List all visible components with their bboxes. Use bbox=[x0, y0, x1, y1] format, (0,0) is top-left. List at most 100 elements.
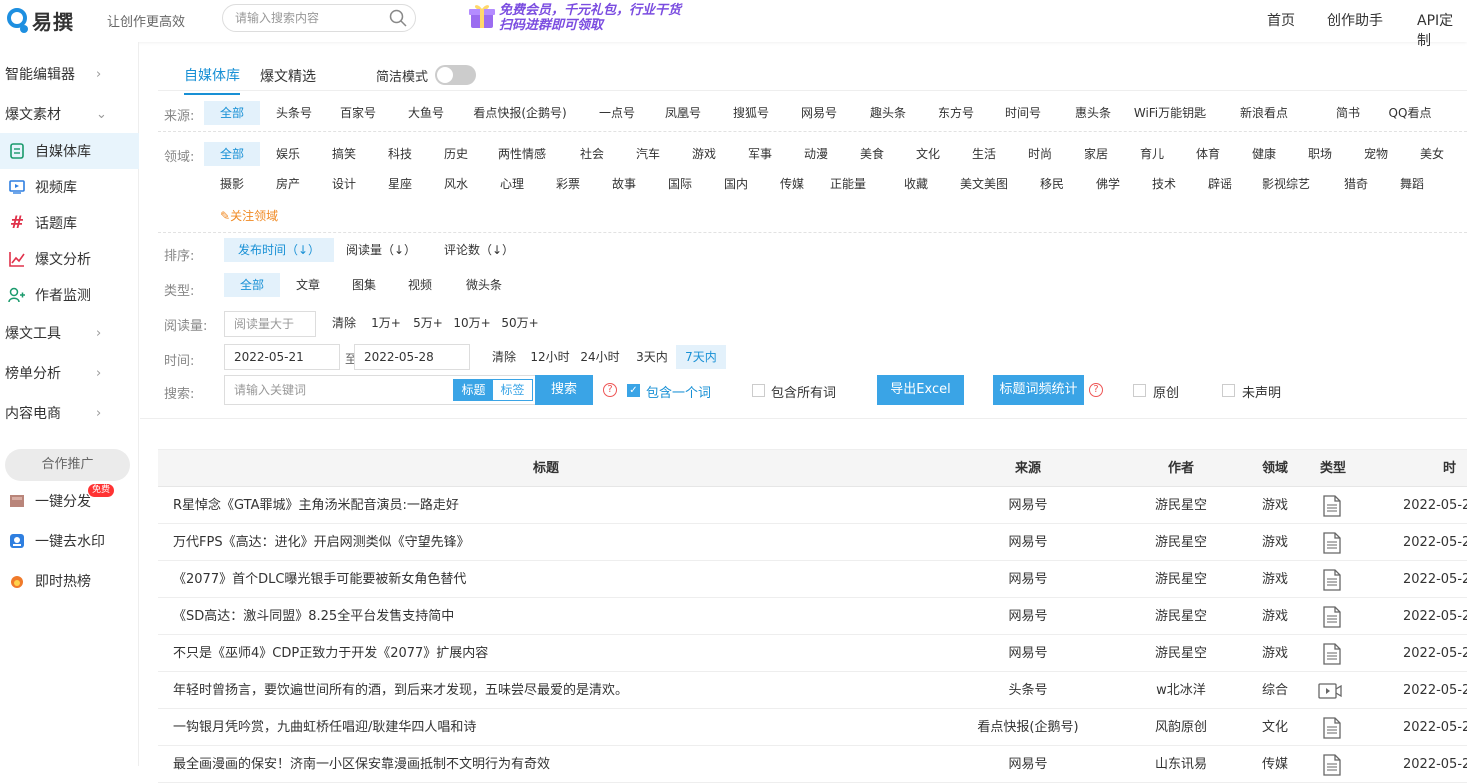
source-option-12[interactable]: 惠头条 bbox=[1065, 101, 1121, 125]
row-title[interactable]: 最全画漫画的保安！济南一小区保安靠漫画抵制不文明行为有奇效 bbox=[173, 746, 550, 783]
row-author[interactable]: 风韵原创 bbox=[1121, 709, 1241, 746]
domain-option-row2-12[interactable]: 收藏 bbox=[888, 172, 944, 196]
domain-option-8[interactable]: 游戏 bbox=[676, 142, 732, 166]
scope-tag-option[interactable]: 标签 bbox=[493, 380, 532, 400]
source-option-8[interactable]: 网易号 bbox=[791, 101, 847, 125]
source-option-13[interactable]: WiFi万能钥匙 bbox=[1115, 101, 1225, 125]
time-option-3[interactable]: 3天内 bbox=[630, 345, 674, 369]
help-icon[interactable]: ? bbox=[1089, 383, 1103, 397]
domain-option-17[interactable]: 体育 bbox=[1180, 142, 1236, 166]
nav-home[interactable]: 首页 bbox=[1267, 10, 1295, 30]
table-row[interactable]: 《SD高达：激斗同盟》8.25全平台发售支持简中 网易号 游民星空 游戏 2022-05… bbox=[158, 598, 1467, 635]
type-option-2[interactable]: 图集 bbox=[336, 273, 392, 297]
domain-option-row2-6[interactable]: 彩票 bbox=[540, 172, 596, 196]
domain-option-row2-19[interactable]: 猎奇 bbox=[1328, 172, 1384, 196]
source-option-7[interactable]: 搜狐号 bbox=[723, 101, 779, 125]
domain-option-6[interactable]: 社会 bbox=[564, 142, 620, 166]
export-excel-button[interactable]: 导出Excel bbox=[877, 375, 964, 405]
domain-option-row2-8[interactable]: 国际 bbox=[652, 172, 708, 196]
domain-option-row2-18[interactable]: 影视综艺 bbox=[1248, 172, 1324, 196]
sort-option-1[interactable]: 阅读量（↓） bbox=[336, 238, 426, 262]
row-author[interactable]: 游民星空 bbox=[1121, 487, 1241, 524]
table-row[interactable]: R星悼念《GTA罪城》主角汤米配音演员:一路走好 网易号 游民星空 游戏 2022-05… bbox=[158, 487, 1467, 524]
row-author[interactable]: 山东讯易 bbox=[1121, 746, 1241, 783]
table-row[interactable]: 万代FPS《高达：进化》开启网测类似《守望先锋》 网易号 游民星空 游戏 2022-05… bbox=[158, 524, 1467, 561]
source-option-0[interactable]: 全部 bbox=[204, 101, 260, 125]
source-option-2[interactable]: 百家号 bbox=[330, 101, 386, 125]
domain-option-11[interactable]: 美食 bbox=[844, 142, 900, 166]
row-author[interactable]: 游民星空 bbox=[1121, 524, 1241, 561]
domain-option-19[interactable]: 职场 bbox=[1292, 142, 1348, 166]
domain-option-2[interactable]: 搞笑 bbox=[316, 142, 372, 166]
type-option-3[interactable]: 视频 bbox=[392, 273, 448, 297]
promo-banner[interactable]: 免费会员，千元礼包，行业干货 扫码进群即可领取 bbox=[469, 2, 681, 34]
sort-option-0[interactable]: 发布时间（↓） bbox=[224, 238, 334, 262]
domain-option-1[interactable]: 娱乐 bbox=[260, 142, 316, 166]
logo[interactable]: 易撰 bbox=[6, 6, 74, 35]
sidebar-item-media-library[interactable]: 自媒体库 bbox=[0, 133, 139, 169]
type-option-1[interactable]: 文章 bbox=[280, 273, 336, 297]
source-option-4[interactable]: 看点快报(企鹅号) bbox=[465, 101, 575, 125]
row-author[interactable]: 游民星空 bbox=[1121, 561, 1241, 598]
source-option-6[interactable]: 凤凰号 bbox=[655, 101, 711, 125]
simple-mode-toggle[interactable] bbox=[435, 65, 476, 85]
read-count-option-2[interactable]: 5万+ bbox=[408, 311, 448, 335]
row-title[interactable]: 《2077》首个DLC曝光银手可能要被新女角色替代 bbox=[173, 561, 466, 598]
sidebar-group-editor[interactable]: 智能编辑器 › bbox=[0, 56, 139, 92]
time-option-4[interactable]: 7天内 bbox=[676, 345, 726, 369]
search-icon[interactable] bbox=[389, 9, 407, 36]
help-icon[interactable]: ? bbox=[603, 383, 617, 397]
domain-option-row2-2[interactable]: 设计 bbox=[316, 172, 372, 196]
sidebar-item-author-monitor[interactable]: 作者监测 bbox=[0, 277, 139, 313]
read-count-option-0[interactable]: 清除 bbox=[324, 311, 364, 335]
domain-option-16[interactable]: 育儿 bbox=[1124, 142, 1180, 166]
row-author[interactable]: w北冰洋 bbox=[1121, 672, 1241, 709]
time-option-0[interactable]: 清除 bbox=[484, 345, 524, 369]
source-option-5[interactable]: 一点号 bbox=[589, 101, 645, 125]
sidebar-item-one-click-publish[interactable]: 一键分发 bbox=[0, 483, 139, 519]
search-button[interactable]: 搜索 bbox=[535, 375, 593, 405]
type-option-0[interactable]: 全部 bbox=[224, 273, 280, 297]
domain-option-row2-10[interactable]: 传媒 bbox=[764, 172, 820, 196]
domain-option-row2-5[interactable]: 心理 bbox=[484, 172, 540, 196]
time-option-1[interactable]: 12小时 bbox=[526, 345, 574, 369]
source-option-11[interactable]: 时间号 bbox=[995, 101, 1051, 125]
domain-option-21[interactable]: 美女 bbox=[1404, 142, 1460, 166]
row-title[interactable]: 一钩银月凭吟赏，九曲虹桥任唱迎/耿建华四人唱和诗 bbox=[173, 709, 476, 746]
domain-option-row2-13[interactable]: 美文美图 bbox=[948, 172, 1020, 196]
domain-option-row2-17[interactable]: 辟谣 bbox=[1192, 172, 1248, 196]
sidebar-item-video-library[interactable]: 视频库 bbox=[0, 169, 139, 205]
domain-option-20[interactable]: 宠物 bbox=[1348, 142, 1404, 166]
table-row[interactable]: 《2077》首个DLC曝光银手可能要被新女角色替代 网易号 游民星空 游戏 2022-0… bbox=[158, 561, 1467, 598]
original-checkbox[interactable] bbox=[1133, 384, 1146, 397]
undeclared-checkbox[interactable] bbox=[1222, 384, 1235, 397]
domain-option-18[interactable]: 健康 bbox=[1236, 142, 1292, 166]
domain-option-row2-16[interactable]: 技术 bbox=[1136, 172, 1192, 196]
title-word-stats-button[interactable]: 标题词频统计 bbox=[993, 375, 1084, 405]
contains-all-checkbox[interactable] bbox=[752, 384, 765, 397]
domain-option-9[interactable]: 军事 bbox=[732, 142, 788, 166]
domain-option-row2-7[interactable]: 故事 bbox=[596, 172, 652, 196]
sidebar-item-topic-library[interactable]: # 话题库 bbox=[0, 205, 139, 241]
time-from-input[interactable]: 2022-05-21 00:00 bbox=[224, 344, 340, 388]
read-count-option-4[interactable]: 50万+ bbox=[496, 311, 544, 335]
table-row[interactable]: 一钩银月凭吟赏，九曲虹桥任唱迎/耿建华四人唱和诗 看点快报(企鹅号) 风韵原创 文化 2… bbox=[158, 709, 1467, 746]
row-title[interactable]: 不只是《巫师4》CDP正致力于开发《2077》扩展内容 bbox=[173, 635, 488, 672]
source-option-3[interactable]: 大鱼号 bbox=[398, 101, 454, 125]
source-option-10[interactable]: 东方号 bbox=[928, 101, 984, 125]
row-author[interactable]: 游民星空 bbox=[1121, 635, 1241, 672]
top-search-input[interactable]: 请输入搜索内容 bbox=[222, 4, 416, 32]
row-title[interactable]: 《SD高达：激斗同盟》8.25全平台发售支持简中 bbox=[173, 598, 454, 635]
domain-option-15[interactable]: 家居 bbox=[1068, 142, 1124, 166]
domain-option-row2-11[interactable]: 正能量 bbox=[820, 172, 876, 196]
domain-option-14[interactable]: 时尚 bbox=[1012, 142, 1068, 166]
domain-option-row2-0[interactable]: 摄影 bbox=[204, 172, 260, 196]
domain-option-row2-1[interactable]: 房产 bbox=[260, 172, 316, 196]
table-row[interactable]: 最全画漫画的保安！济南一小区保安靠漫画抵制不文明行为有奇效 网易号 山东讯易 传媒 20… bbox=[158, 746, 1467, 783]
domain-option-row2-4[interactable]: 风水 bbox=[428, 172, 484, 196]
domain-option-4[interactable]: 历史 bbox=[428, 142, 484, 166]
row-title[interactable]: R星悼念《GTA罪城》主角汤米配音演员:一路走好 bbox=[173, 487, 459, 524]
source-option-15[interactable]: 简书 bbox=[1320, 101, 1376, 125]
domain-option-10[interactable]: 动漫 bbox=[788, 142, 844, 166]
domain-option-13[interactable]: 生活 bbox=[956, 142, 1012, 166]
